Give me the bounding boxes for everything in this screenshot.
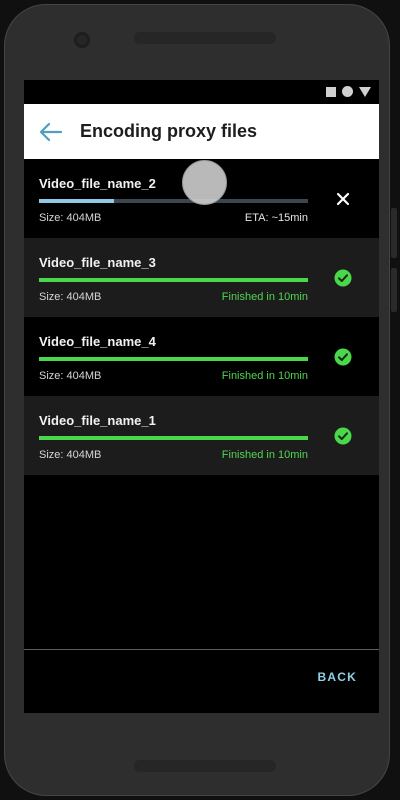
progress-fill xyxy=(39,278,308,282)
page-title: Encoding proxy files xyxy=(80,121,258,141)
list-item: Video_file_name_4 Size: 404MB Finished i… xyxy=(24,317,379,396)
check-circle-icon xyxy=(333,426,353,446)
progress-bar xyxy=(39,436,308,440)
volume-up-button xyxy=(391,208,397,258)
file-status: Finished in 10min xyxy=(221,291,308,303)
file-size: Size: 404MB xyxy=(39,370,102,382)
circle-icon xyxy=(342,86,353,97)
file-status: Finished in 10min xyxy=(221,449,308,461)
top-speaker xyxy=(134,32,276,44)
device-background: Encoding proxy files Video_file_name_2 S… xyxy=(0,0,400,800)
touch-indicator xyxy=(182,160,227,205)
check-circle-icon xyxy=(333,347,353,367)
file-name: Video_file_name_1 xyxy=(39,413,156,428)
arrow-left-icon[interactable] xyxy=(38,120,64,144)
progress-bar xyxy=(39,199,308,203)
status-bar xyxy=(24,80,379,104)
phone-screen: Encoding proxy files Video_file_name_2 S… xyxy=(24,80,379,713)
file-status: Finished in 10min xyxy=(221,370,308,382)
progress-fill xyxy=(39,199,115,203)
progress-fill xyxy=(39,436,308,440)
file-size: Size: 404MB xyxy=(39,449,102,461)
progress-fill xyxy=(39,357,308,361)
file-name: Video_file_name_4 xyxy=(39,334,156,349)
list-item: Video_file_name_1 Size: 404MB Finished i… xyxy=(24,396,379,475)
progress-bar xyxy=(39,278,308,282)
divider xyxy=(24,649,379,650)
file-name: Video_file_name_3 xyxy=(39,255,156,270)
app-bar: Encoding proxy files xyxy=(24,104,379,159)
bottom-speaker xyxy=(134,760,276,772)
list-item: Video_file_name_3 Size: 404MB Finished i… xyxy=(24,238,379,317)
file-name: Video_file_name_2 xyxy=(39,176,156,191)
file-size: Size: 404MB xyxy=(39,291,102,303)
close-icon[interactable] xyxy=(333,189,353,209)
file-size: Size: 404MB xyxy=(39,212,102,224)
back-button[interactable]: BACK xyxy=(318,670,357,684)
volume-down-button xyxy=(391,268,397,312)
file-list: Video_file_name_2 Size: 404MB ETA: ~15mi… xyxy=(24,159,379,475)
check-circle-icon xyxy=(333,268,353,288)
square-icon xyxy=(326,86,336,97)
progress-bar xyxy=(39,357,308,361)
front-camera xyxy=(74,32,90,48)
triangle-icon xyxy=(359,86,371,97)
file-status: ETA: ~15min xyxy=(244,212,308,224)
